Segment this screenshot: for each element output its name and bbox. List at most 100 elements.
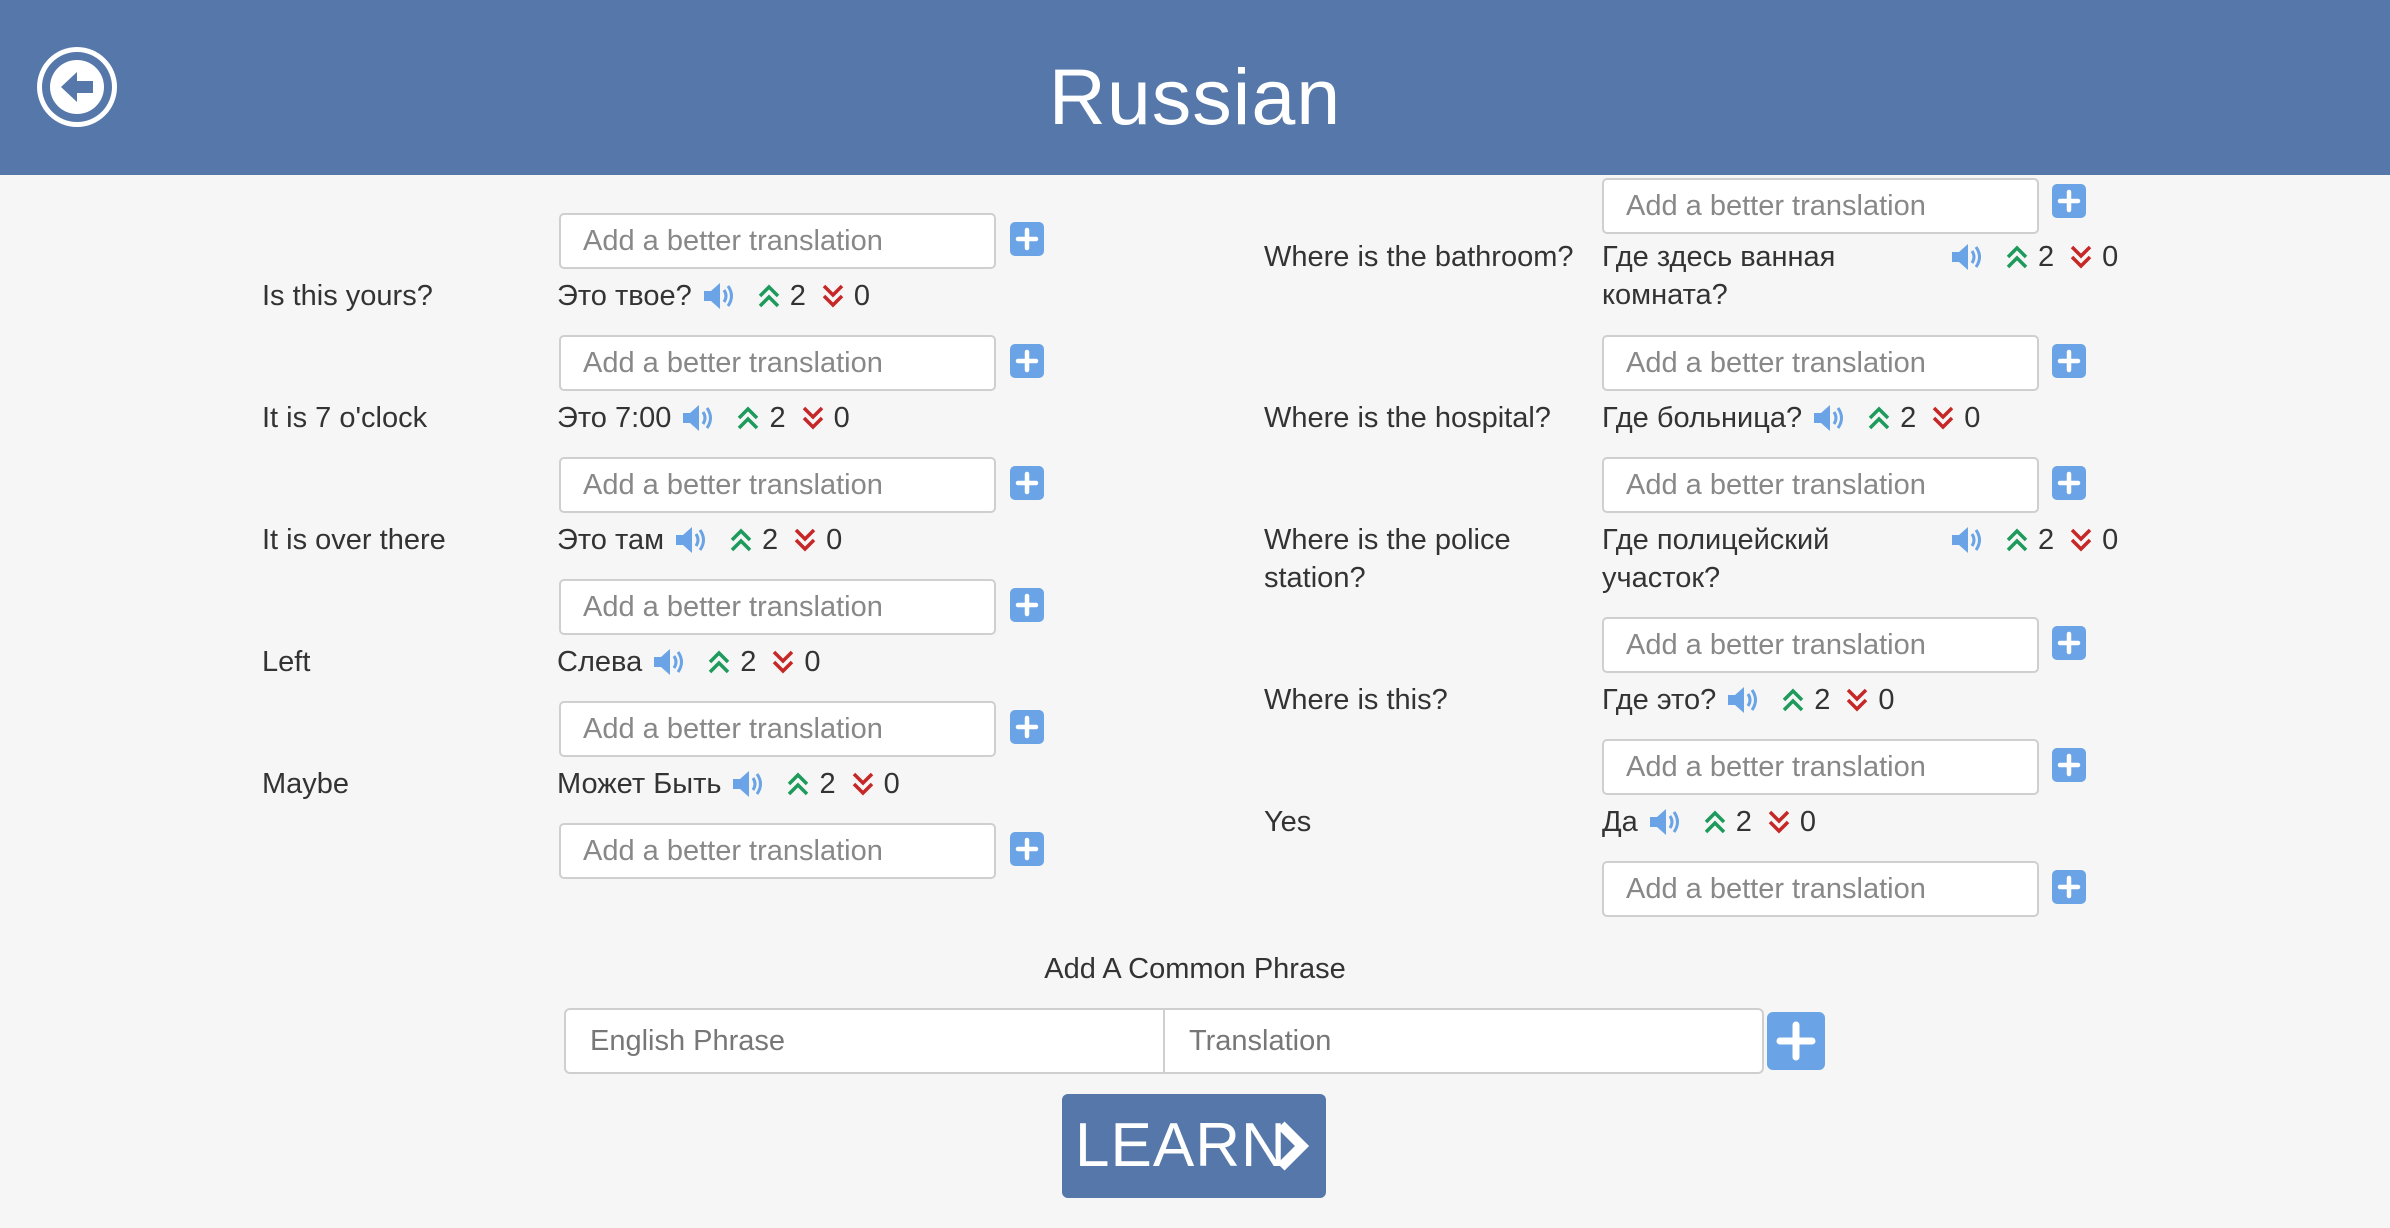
english-phrase: Maybe bbox=[262, 768, 350, 800]
english-phrase: It is 7 o'clock bbox=[262, 402, 428, 434]
better-translation-input[interactable] bbox=[559, 335, 996, 391]
speaker-icon[interactable] bbox=[1648, 805, 1684, 839]
add-translation-button[interactable] bbox=[1010, 832, 1044, 866]
double-chevron-up-icon[interactable] bbox=[728, 526, 754, 554]
better-translation-input[interactable] bbox=[1602, 178, 2039, 234]
better-translation-input[interactable] bbox=[559, 457, 996, 513]
english-phrase: Where is the police station? bbox=[1264, 524, 1511, 594]
speaker-icon[interactable] bbox=[1812, 401, 1848, 435]
translation-row: Где это? 2 0 bbox=[1602, 681, 1895, 719]
add-translation-button[interactable] bbox=[1010, 588, 1044, 622]
double-chevron-down-icon[interactable] bbox=[1844, 686, 1870, 714]
translation-text: Это там bbox=[557, 523, 665, 556]
double-chevron-up-icon[interactable] bbox=[2004, 243, 2030, 271]
add-translation-button[interactable] bbox=[1010, 344, 1044, 378]
speaker-icon[interactable] bbox=[731, 767, 767, 801]
vote-controls: 2 0 bbox=[1950, 521, 2118, 559]
double-chevron-up-icon[interactable] bbox=[2004, 526, 2030, 554]
add-translation-button[interactable] bbox=[1010, 466, 1044, 500]
double-chevron-up-icon[interactable] bbox=[735, 404, 761, 432]
better-translation-input[interactable] bbox=[1602, 335, 2039, 391]
plus-icon bbox=[1015, 593, 1039, 617]
speaker-icon[interactable] bbox=[681, 401, 717, 435]
plus-icon bbox=[2057, 189, 2081, 213]
better-translation-input[interactable] bbox=[1602, 457, 2039, 513]
plus-icon bbox=[2057, 875, 2081, 899]
add-translation-button[interactable] bbox=[2052, 344, 2086, 378]
english-phrase: Is this yours? bbox=[262, 280, 433, 312]
better-translation-input[interactable] bbox=[1602, 617, 2039, 673]
double-chevron-up-icon[interactable] bbox=[1866, 404, 1892, 432]
add-translation-button[interactable] bbox=[1010, 222, 1044, 256]
speaker-icon[interactable] bbox=[652, 645, 688, 679]
plus-icon bbox=[1015, 227, 1039, 251]
double-chevron-up-icon[interactable] bbox=[756, 282, 782, 310]
english-phrase: It is over there bbox=[262, 524, 446, 556]
downvote-count: 0 bbox=[1878, 683, 1895, 716]
english-phrase: Where is the bathroom? bbox=[1264, 241, 1574, 273]
better-translation-input[interactable] bbox=[1602, 739, 2039, 795]
speaker-icon[interactable] bbox=[674, 523, 710, 557]
add-translation-button[interactable] bbox=[2052, 626, 2086, 660]
downvote-count: 0 bbox=[804, 645, 821, 678]
upvote-count: 2 bbox=[1900, 401, 1917, 434]
double-chevron-up-icon[interactable] bbox=[706, 648, 732, 676]
english-phrase: Where is this? bbox=[1264, 684, 1448, 716]
speaker-icon[interactable] bbox=[702, 279, 738, 313]
translation-row: Может Быть 2 0 bbox=[557, 765, 900, 803]
downvote-count: 0 bbox=[826, 523, 843, 556]
plus-icon bbox=[1015, 837, 1039, 861]
translation-row: Это твое? 2 0 bbox=[557, 277, 870, 315]
downvote-count: 0 bbox=[2102, 523, 2119, 556]
translation-row: Да 2 0 bbox=[1602, 803, 1816, 841]
learn-button[interactable]: LEARN bbox=[1062, 1094, 1326, 1198]
translation-input[interactable] bbox=[1163, 1008, 1764, 1074]
chevron-right-icon bbox=[1277, 1121, 1310, 1171]
plus-icon bbox=[2057, 349, 2081, 373]
double-chevron-down-icon[interactable] bbox=[792, 526, 818, 554]
translation-row: Слева 2 0 bbox=[557, 643, 820, 681]
double-chevron-down-icon[interactable] bbox=[820, 282, 846, 310]
double-chevron-down-icon[interactable] bbox=[770, 648, 796, 676]
better-translation-input[interactable] bbox=[559, 823, 996, 879]
translation-text: Да bbox=[1602, 805, 1638, 838]
double-chevron-down-icon[interactable] bbox=[2068, 526, 2094, 554]
add-phrase-button[interactable] bbox=[1767, 1012, 1825, 1070]
add-translation-button[interactable] bbox=[2052, 184, 2086, 218]
upvote-count: 2 bbox=[2038, 240, 2055, 273]
learn-label: LEARN bbox=[1075, 1111, 1287, 1180]
speaker-icon[interactable] bbox=[1950, 240, 1986, 274]
translation-text: Где здесь ванная комната? bbox=[1602, 241, 1836, 311]
add-translation-button[interactable] bbox=[2052, 748, 2086, 782]
translation-text: Где больница? bbox=[1602, 401, 1803, 434]
better-translation-input[interactable] bbox=[559, 213, 996, 269]
english-phrase: Where is the hospital? bbox=[1264, 402, 1551, 434]
speaker-icon[interactable] bbox=[1950, 523, 1986, 557]
double-chevron-up-icon[interactable] bbox=[1702, 808, 1728, 836]
add-translation-button[interactable] bbox=[1010, 710, 1044, 744]
double-chevron-down-icon[interactable] bbox=[2068, 243, 2094, 271]
translation-text: Может Быть bbox=[557, 767, 722, 800]
translation-row: Где больница? 2 0 bbox=[1602, 399, 1980, 437]
double-chevron-down-icon[interactable] bbox=[800, 404, 826, 432]
double-chevron-down-icon[interactable] bbox=[1766, 808, 1792, 836]
add-translation-button[interactable] bbox=[2052, 870, 2086, 904]
better-translation-input[interactable] bbox=[559, 579, 996, 635]
better-translation-input[interactable] bbox=[1602, 861, 2039, 917]
translation-row: Это там 2 0 bbox=[557, 521, 842, 559]
translation-text: Это твое? bbox=[557, 279, 692, 312]
downvote-count: 0 bbox=[2102, 240, 2119, 273]
double-chevron-down-icon[interactable] bbox=[1930, 404, 1956, 432]
speaker-icon[interactable] bbox=[1726, 683, 1762, 717]
upvote-count: 2 bbox=[2038, 523, 2055, 556]
downvote-count: 0 bbox=[833, 401, 850, 434]
translation-text: Где это? bbox=[1602, 683, 1717, 716]
double-chevron-up-icon[interactable] bbox=[1780, 686, 1806, 714]
double-chevron-up-icon[interactable] bbox=[785, 770, 811, 798]
double-chevron-down-icon[interactable] bbox=[850, 770, 876, 798]
plus-icon bbox=[1015, 715, 1039, 739]
english-phrase-input[interactable] bbox=[564, 1008, 1165, 1074]
add-translation-button[interactable] bbox=[2052, 466, 2086, 500]
better-translation-input[interactable] bbox=[559, 701, 996, 757]
page-title: Russian bbox=[1048, 52, 1342, 141]
